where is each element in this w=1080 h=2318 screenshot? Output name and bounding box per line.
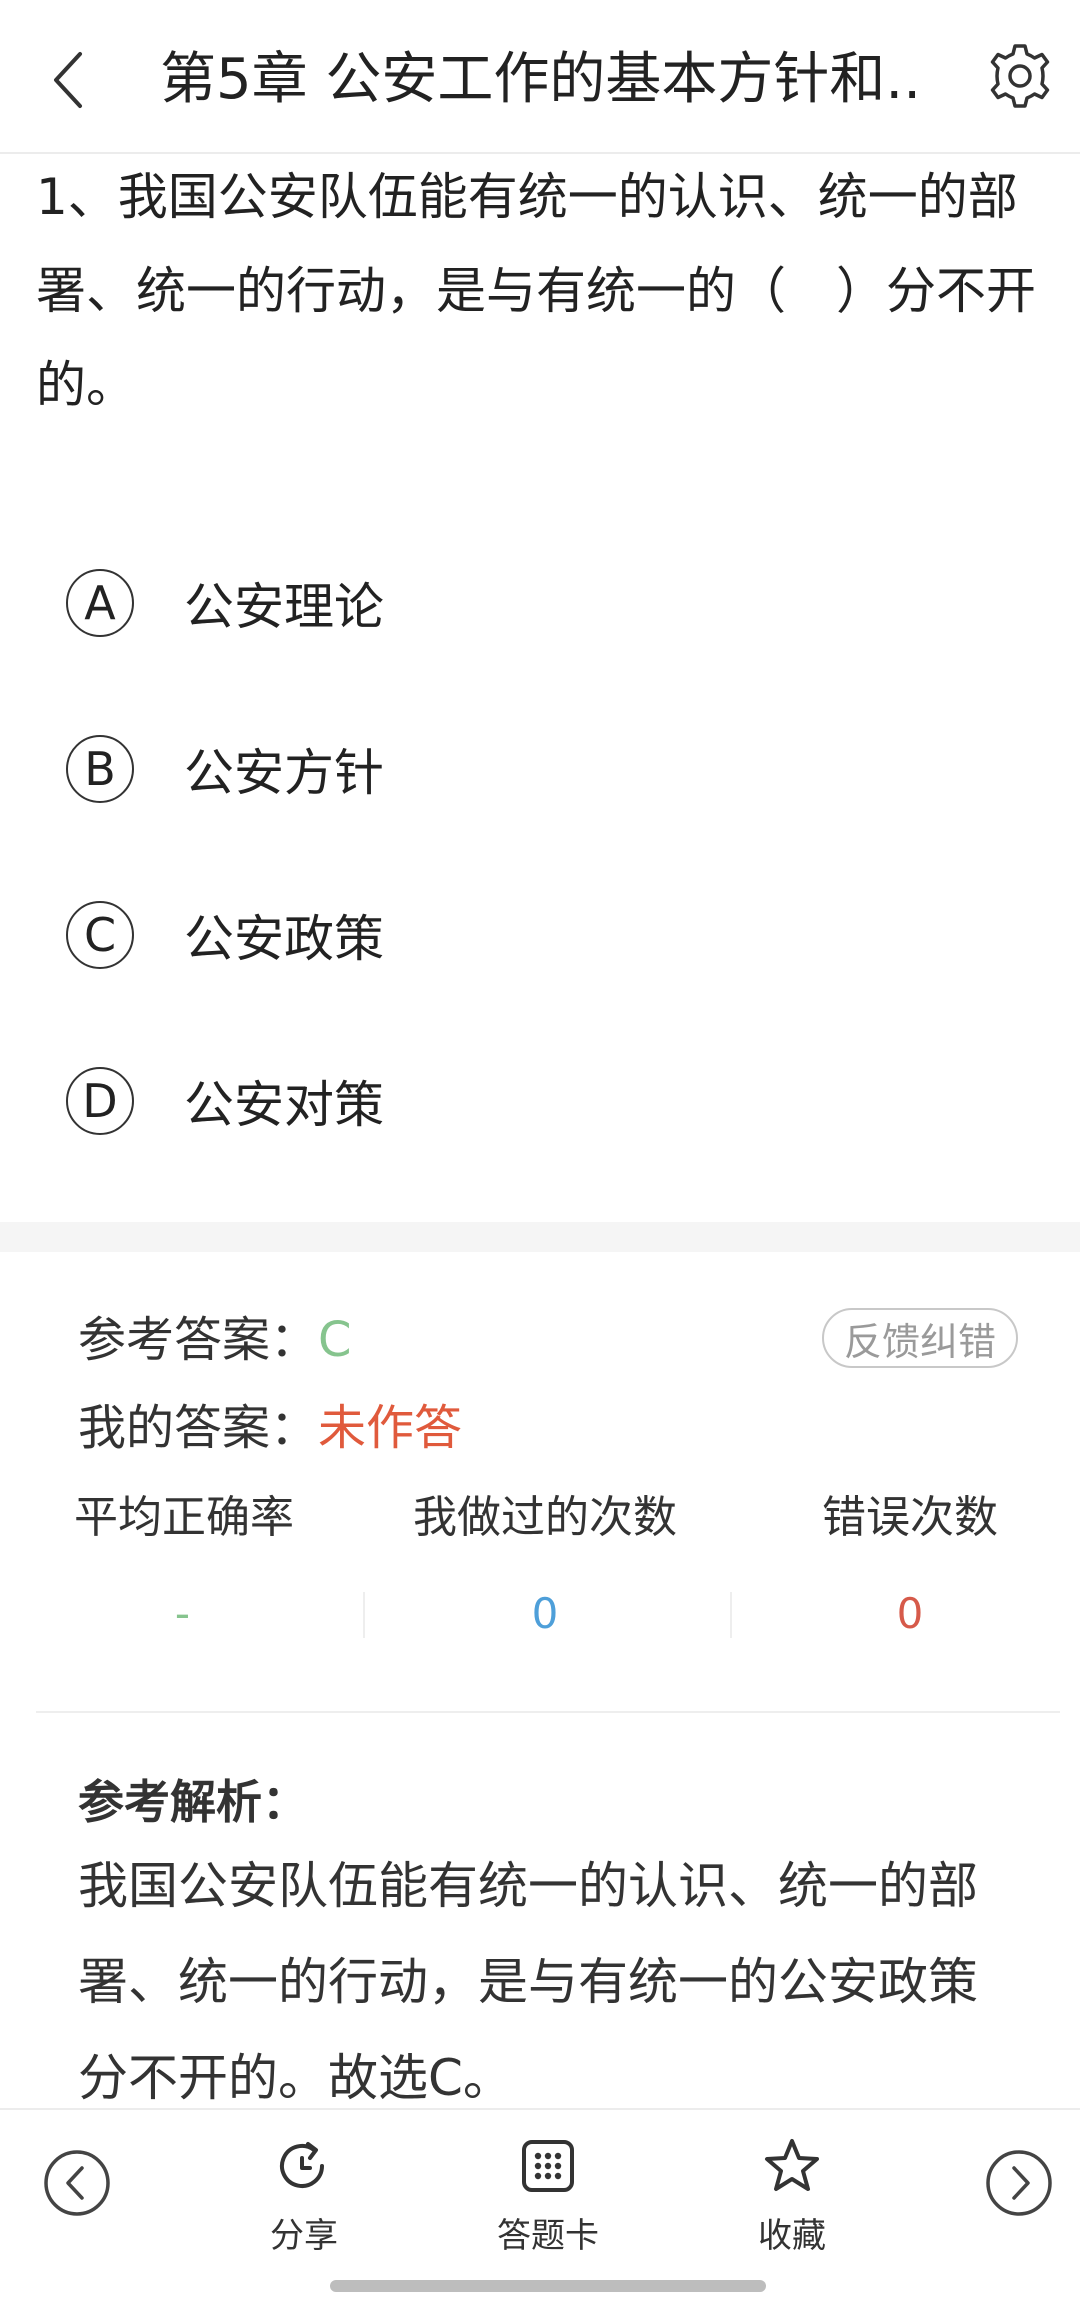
option-label: 公安对策 <box>184 1076 384 1134</box>
analysis-text: 我国公安队伍能有统一的认识、统一的部署、统一的行动，是与有统一的公安政策分不开的… <box>78 1857 978 2107</box>
home-indicator[interactable] <box>330 2280 766 2292</box>
share-button[interactable]: 分享 <box>224 2136 384 2276</box>
reference-answer-value: C <box>318 1312 352 1368</box>
option-label: 公安理论 <box>184 578 384 636</box>
option-letter: C <box>66 901 134 969</box>
star-icon <box>765 2139 819 2191</box>
answer-card-label: 答题卡 <box>497 2216 599 2256</box>
reference-answer-row: 参考答案：C <box>78 1310 352 1370</box>
option-label: 公安政策 <box>184 910 384 968</box>
stats-panel: 平均正确率 - 我做过的次数 0 错误次数 0 <box>0 1488 1080 1658</box>
stat-label: 我做过的次数 <box>413 1492 677 1543</box>
option-letter: A <box>66 569 134 637</box>
reference-answer-label: 参考答案： <box>78 1312 319 1368</box>
option-label: 公安方针 <box>184 744 384 802</box>
settings-button[interactable] <box>980 36 1060 116</box>
favorite-button[interactable]: 收藏 <box>712 2136 872 2276</box>
section-divider <box>0 1222 1080 1252</box>
question-text: 1、我国公安队伍能有统一的认识、统一的部署、统一的行动，是与有统一的（ ）分不开… <box>36 168 1036 414</box>
my-answer-value: 未作答 <box>318 1400 463 1456</box>
option-b[interactable]: B 公安方针 <box>0 686 1080 852</box>
stat-times-done: 我做过的次数 0 <box>365 1488 725 1658</box>
options-list: A 公安理论 B 公安方针 C 公安政策 D 公安对策 <box>0 520 1080 1184</box>
my-answer-row: 我的答案：未作答 <box>78 1398 462 1458</box>
feedback-button[interactable]: 反馈纠错 <box>822 1308 1018 1368</box>
stat-value: 0 <box>896 1589 924 1638</box>
grid-icon <box>522 2140 574 2192</box>
chevron-left-icon <box>54 52 82 108</box>
answer-card-button[interactable]: 答题卡 <box>468 2136 628 2276</box>
option-letter: D <box>66 1067 134 1135</box>
top-app-bar: 第5章 公安工作的基本方针和.. <box>0 0 1080 154</box>
stat-label: 平均正确率 <box>74 1492 294 1543</box>
stat-label: 错误次数 <box>822 1492 998 1543</box>
favorite-label: 收藏 <box>758 2216 826 2256</box>
option-d[interactable]: D 公安对策 <box>0 1018 1080 1184</box>
stat-error-count: 错误次数 0 <box>730 1488 1080 1658</box>
my-answer-label: 我的答案： <box>78 1400 319 1456</box>
back-button[interactable] <box>36 40 100 120</box>
gear-icon <box>990 44 1050 108</box>
chevron-right-circle-icon <box>986 2150 1052 2216</box>
analysis-title: 参考解析： <box>78 1775 308 1829</box>
divider-line <box>36 1711 1060 1713</box>
option-letter: B <box>66 735 134 803</box>
stat-accuracy: 平均正确率 - <box>0 1488 360 1658</box>
page-title: 第5章 公安工作的基本方针和.. <box>160 47 922 112</box>
next-question-button[interactable] <box>984 2148 1054 2218</box>
stat-value: - <box>174 1589 191 1638</box>
option-a[interactable]: A 公安理论 <box>0 520 1080 686</box>
chevron-left-circle-icon <box>44 2150 110 2216</box>
stat-value: 0 <box>531 1589 559 1638</box>
previous-question-button[interactable] <box>42 2148 112 2218</box>
option-c[interactable]: C 公安政策 <box>0 852 1080 1018</box>
share-icon <box>280 2142 324 2188</box>
share-label: 分享 <box>270 2216 338 2256</box>
